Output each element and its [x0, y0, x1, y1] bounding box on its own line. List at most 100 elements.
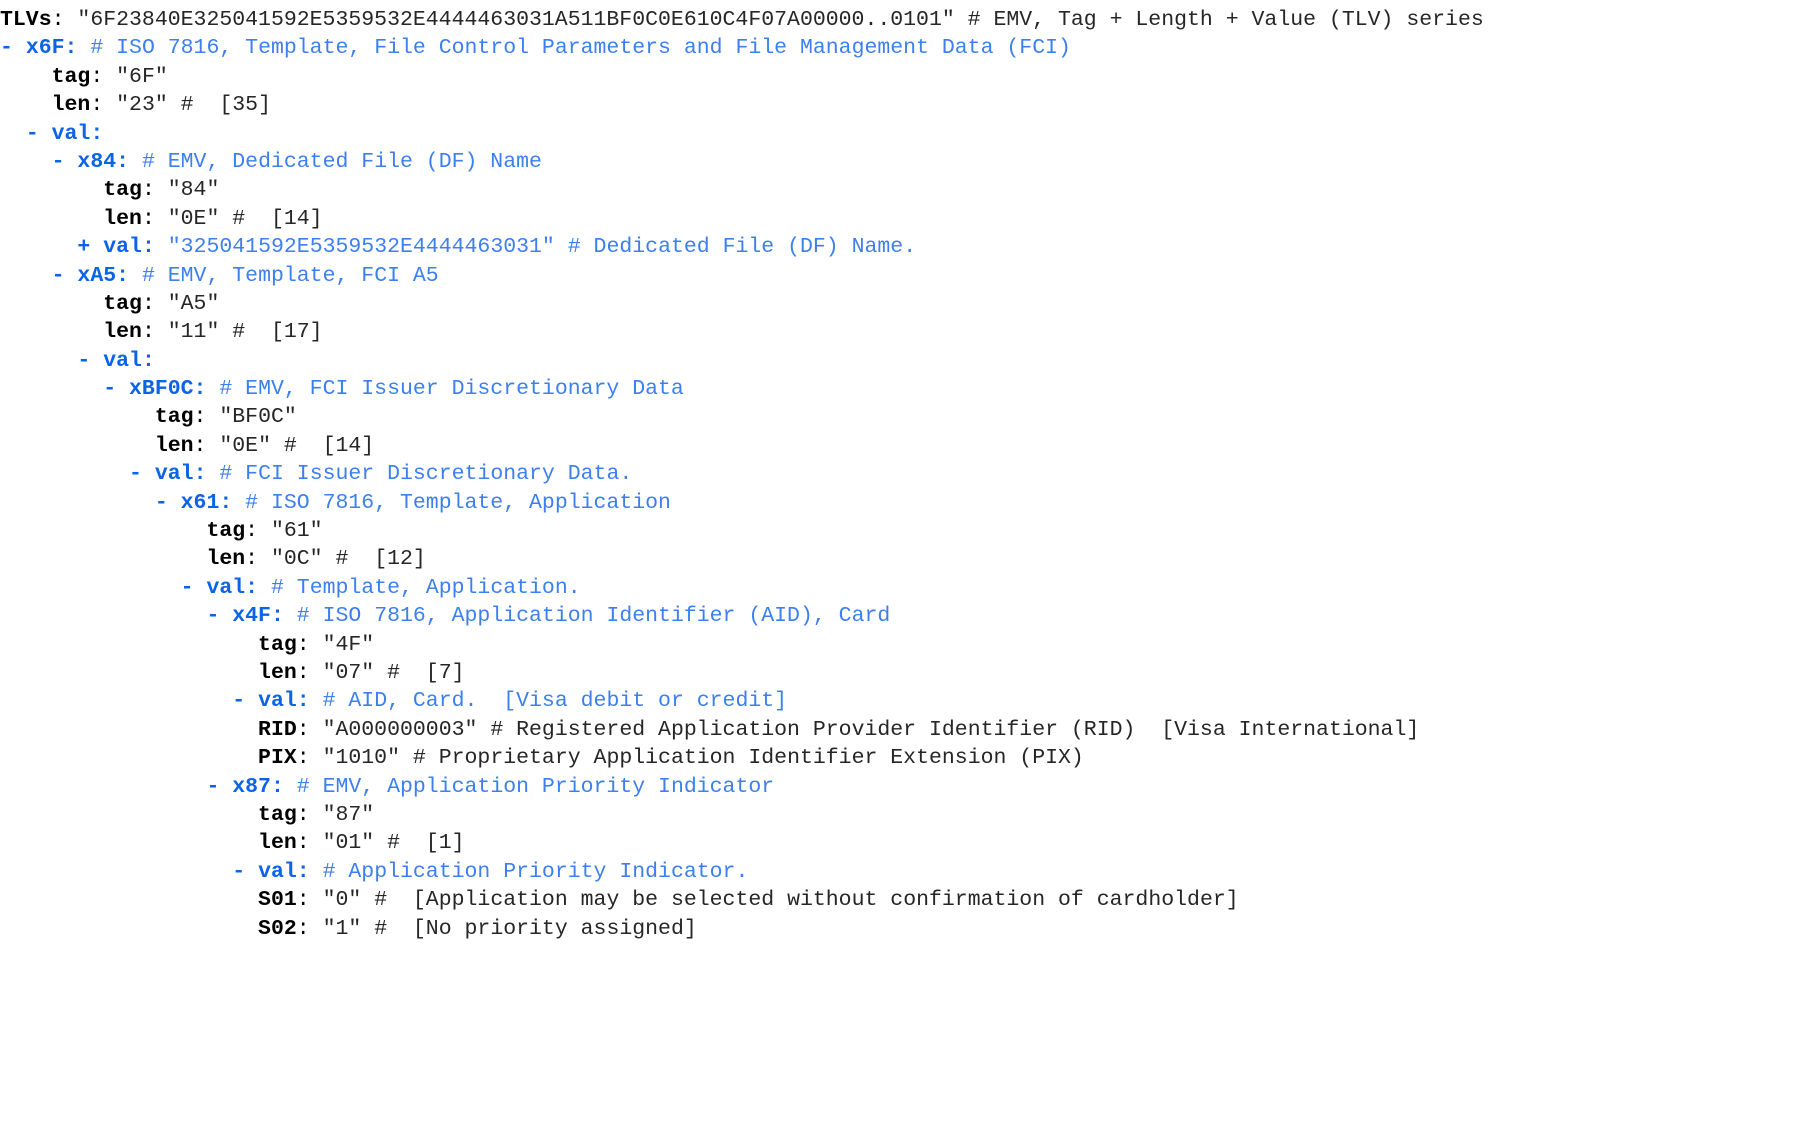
tlv-line: S02: "1" # [No priority assigned]: [0, 915, 1800, 943]
tlv-comment: # EMV, Template, FCI A5: [141, 263, 439, 288]
tlv-line: tag: "4F": [0, 631, 1800, 659]
collapse-node-icon[interactable]: -: [0, 36, 26, 60]
tlv-line: len: "11" # [17]: [0, 318, 1800, 346]
tlv-key-tag: tag: [154, 405, 194, 430]
tlv-line: len: "23" # [35]: [0, 91, 1800, 119]
tlv-key-tag: tag: [103, 178, 142, 203]
tlv-key-xbf0c[interactable]: xBF0C: [129, 377, 194, 401]
tlv-value: "0": [322, 888, 362, 913]
collapse-node-icon[interactable]: -: [129, 462, 155, 486]
tlv-comment: # [No priority assigned]: [374, 916, 697, 941]
tlv-value: "11": [167, 320, 220, 345]
tlv-key-val[interactable]: val: [258, 860, 297, 884]
tlv-output-console: TLVs: "6F23840E325041592E5359532E4444463…: [0, 0, 1800, 943]
tlv-key-val[interactable]: val: [103, 349, 142, 373]
key-separator: :: [296, 888, 323, 913]
tlv-line: tag: "BF0C": [0, 403, 1800, 431]
tlv-key-s02: S02: [258, 916, 297, 941]
tlv-key-x87[interactable]: x87: [232, 775, 271, 799]
collapse-node-icon[interactable]: -: [52, 264, 78, 288]
tlv-value: "A5": [167, 291, 220, 316]
tlv-value: "01": [322, 831, 375, 856]
key-separator: :: [90, 121, 104, 146]
tlv-key-s01: S01: [258, 888, 297, 913]
collapse-node-icon[interactable]: -: [206, 775, 232, 799]
tlv-key-rid: RID: [258, 717, 297, 742]
tlv-key-pix: PIX: [258, 746, 297, 771]
tlv-key-val[interactable]: val: [103, 235, 142, 259]
tlv-key-tlvs: TLVs: [0, 8, 52, 32]
collapse-node-icon[interactable]: -: [52, 150, 78, 174]
tlv-line: + val: "325041592E5359532E4444463031" # …: [0, 233, 1800, 261]
tlv-key-val[interactable]: val: [52, 122, 91, 146]
tlv-key-val[interactable]: val: [155, 462, 194, 486]
tlv-line: - x4F: # ISO 7816, Application Identifie…: [0, 602, 1800, 630]
tlv-key-x84[interactable]: x84: [77, 150, 116, 174]
tlv-comment: # [7]: [387, 660, 465, 685]
key-separator: :: [193, 433, 220, 458]
tlv-value: "A000000003": [322, 717, 478, 742]
tlv-line: TLVs: "6F23840E325041592E5359532E4444463…: [0, 6, 1800, 34]
key-separator: :: [193, 405, 220, 430]
tlv-line: tag: "6F": [0, 63, 1800, 91]
collapse-node-icon[interactable]: -: [103, 377, 129, 401]
tlv-key-tag: tag: [103, 291, 142, 316]
tlv-comment: # [14]: [283, 433, 375, 458]
tlv-key-len: len: [206, 547, 246, 572]
tlv-comment: # ISO 7816, Template, File Control Param…: [90, 36, 1071, 61]
tlv-line: - val: # FCI Issuer Discretionary Data.: [0, 460, 1800, 488]
tlv-comment: # FCI Issuer Discretionary Data.: [219, 462, 633, 487]
tlv-key-x4f[interactable]: x4F: [232, 604, 271, 628]
tlv-comment: # [17]: [232, 320, 323, 345]
key-separator: :: [193, 377, 220, 402]
key-separator: :: [116, 263, 142, 288]
tlv-comment: # [12]: [335, 547, 426, 572]
collapse-node-icon[interactable]: -: [77, 349, 103, 373]
collapse-node-icon[interactable]: -: [181, 576, 207, 600]
tlv-line: - xBF0C: # EMV, FCI Issuer Discretionary…: [0, 375, 1800, 403]
collapse-node-icon[interactable]: -: [232, 860, 258, 884]
key-separator: :: [296, 632, 323, 657]
expand-node-icon[interactable]: +: [77, 235, 103, 259]
tlv-key-x6f[interactable]: x6F: [26, 36, 65, 60]
key-separator: :: [296, 916, 323, 941]
key-separator: :: [141, 348, 155, 373]
key-separator: :: [245, 519, 271, 544]
tlv-comment: # ISO 7816, Template, Application: [245, 490, 671, 515]
tlv-value: "84": [167, 178, 220, 203]
key-separator: :: [296, 689, 323, 714]
tlv-key-x61[interactable]: x61: [181, 491, 220, 515]
tlv-key-xa5[interactable]: xA5: [77, 264, 116, 288]
collapse-node-icon[interactable]: -: [155, 491, 181, 515]
key-separator: :: [141, 320, 168, 345]
tlv-key-val[interactable]: val: [258, 689, 297, 713]
tlv-key-val[interactable]: val: [206, 576, 245, 600]
collapse-node-icon[interactable]: -: [206, 604, 232, 628]
tlv-key-tag: tag: [258, 632, 297, 657]
collapse-node-icon[interactable]: -: [26, 122, 52, 146]
collapse-node-icon[interactable]: -: [232, 689, 258, 713]
tlv-comment: # ISO 7816, Application Identifier (AID)…: [296, 604, 891, 629]
tlv-line: len: "0E" # [14]: [0, 432, 1800, 460]
tlv-key-tag: tag: [258, 802, 297, 827]
